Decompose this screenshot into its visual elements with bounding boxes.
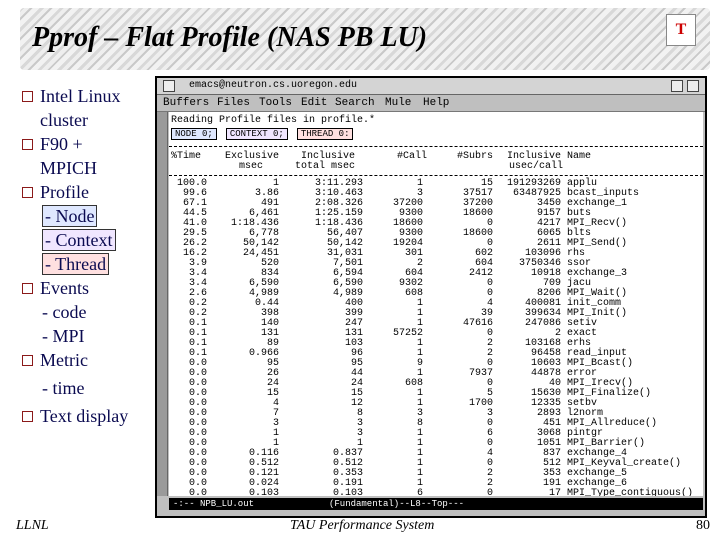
- bullet-item: F90 + MPICH: [20, 132, 130, 180]
- events-sub: - code: [42, 302, 87, 322]
- table-cell-incl: 0.103: [332, 488, 363, 496]
- footer-org: LLNL: [16, 518, 49, 533]
- events-sub: - MPI: [42, 326, 85, 346]
- table-row: 0.0 0.103 0.103 6 0 17 MPI_Type_contiguous(): [169, 488, 703, 496]
- menu-tools[interactable]: Tools: [259, 97, 292, 109]
- header-exclusive-unit: msec: [239, 161, 264, 172]
- maximize-icon[interactable]: [687, 80, 699, 92]
- bullet-label: Intel Linux cluster: [40, 86, 121, 130]
- window-menu-icon[interactable]: [163, 80, 175, 92]
- thread-button[interactable]: THREAD 0:: [296, 128, 354, 140]
- bullet-label: Events: [40, 278, 89, 298]
- menu-edit[interactable]: Edit: [301, 97, 327, 109]
- menu-files[interactable]: Files: [217, 97, 250, 109]
- header-call: #Call: [397, 151, 428, 162]
- divider: [169, 146, 703, 147]
- menu-mule[interactable]: Mule: [385, 97, 411, 109]
- profile-sub-node: - Node: [20, 204, 160, 228]
- header-name: Name: [567, 151, 592, 162]
- bullet-label: Metric: [40, 350, 88, 370]
- header-time: %Time: [171, 151, 202, 162]
- page-number: 80: [696, 518, 710, 533]
- bullet-box-icon: [22, 355, 33, 366]
- table-cell-excl: 0.103: [248, 488, 279, 496]
- bullet-box-icon: [22, 91, 33, 102]
- mode-line-mode: (Fundamental)--L8--Top---: [329, 499, 465, 509]
- menu-help[interactable]: Help: [423, 97, 449, 109]
- window-title-bar[interactable]: emacs@neutron.cs.uoregon.edu: [157, 78, 705, 95]
- bullet-box-icon: [22, 187, 33, 198]
- table-cell-call: 6: [416, 488, 423, 496]
- bullet-item: Profile: [20, 180, 160, 204]
- mode-line-buffer: -:-- NPB_LU.out: [173, 499, 255, 509]
- header-incl-usec-unit: usec/call: [509, 161, 564, 172]
- slide-title: Pprof – Flat Profile (NAS PB LU): [32, 22, 428, 53]
- bullet-list: Intel Linux cluster F90 + MPICH Profile …: [20, 84, 160, 428]
- bullet-item: Metric: [20, 348, 160, 372]
- reading-line: Reading Profile files in profile.*: [171, 115, 376, 126]
- buffer-text-area[interactable]: Reading Profile files in profile.* NODE …: [169, 112, 703, 496]
- bullet-item: Text display: [20, 404, 160, 428]
- header-subrs: #Subrs: [457, 151, 494, 162]
- table-cell-usec: 17: [548, 488, 561, 496]
- metric-sub: - time: [42, 378, 85, 398]
- menu-search[interactable]: Search: [335, 97, 375, 109]
- context-button[interactable]: CONTEXT 0;: [225, 128, 288, 140]
- bullet-label: Text display: [40, 406, 129, 426]
- footer-title: TAU Performance System: [290, 518, 435, 533]
- menu-buffers[interactable]: Buffers: [163, 97, 209, 109]
- bullet-box-icon: [22, 283, 33, 294]
- tau-logo-icon: T: [666, 14, 696, 46]
- profile-sub-context: - Context: [20, 228, 160, 252]
- divider: [169, 175, 703, 176]
- bullet-item: Events: [20, 276, 160, 300]
- table-cell-time: 0.0: [188, 488, 207, 496]
- table-cell-subrs: 0: [486, 488, 493, 496]
- bullet-box-icon: [22, 139, 33, 150]
- node-context-thread-selector: NODE 0; CONTEXT 0; THREAD 0:: [171, 128, 356, 140]
- bullet-label: Profile: [40, 182, 89, 202]
- header-inclusive-unit: total msec: [295, 161, 356, 172]
- mode-line: -:-- NPB_LU.out (Fundamental)--L8--Top--…: [169, 498, 703, 510]
- bullet-label: F90 + MPICH: [40, 134, 98, 178]
- node-button[interactable]: NODE 0;: [171, 128, 217, 140]
- scrollbar[interactable]: [157, 112, 168, 496]
- bullet-item: Intel Linux cluster: [20, 84, 150, 132]
- window-title: emacs@neutron.cs.uoregon.edu: [189, 80, 358, 91]
- emacs-window: emacs@neutron.cs.uoregon.edu Buffers Fil…: [155, 76, 707, 518]
- profile-sub-thread: - Thread: [20, 252, 160, 276]
- minimize-icon[interactable]: [671, 80, 683, 92]
- menu-bar: Buffers Files Tools Edit Search Mule Hel…: [157, 95, 705, 112]
- bullet-box-icon: [22, 411, 33, 422]
- table-cell-name: MPI_Type_contiguous(): [567, 488, 694, 496]
